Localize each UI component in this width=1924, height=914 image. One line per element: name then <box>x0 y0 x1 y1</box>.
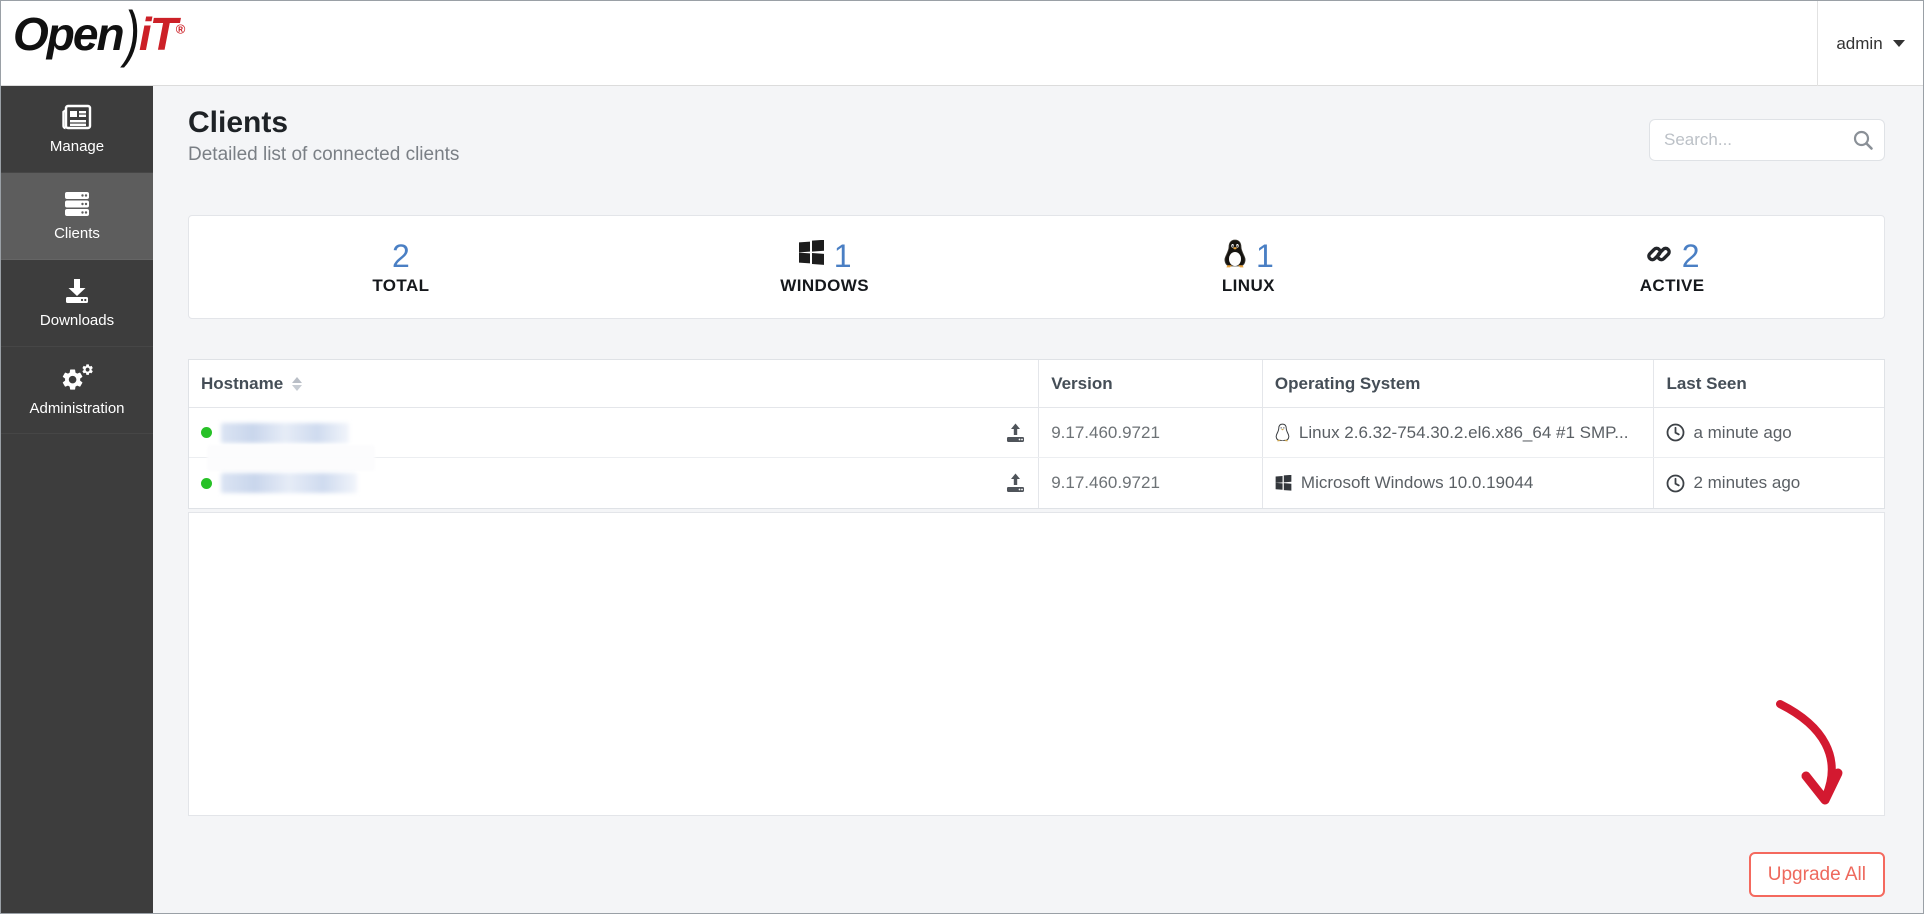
client-os: Linux 2.6.32-754.30.2.el6.x86_64 #1 SMP.… <box>1299 423 1629 443</box>
column-os: Operating System <box>1275 374 1421 394</box>
page-header: Clients Detailed list of connected clien… <box>188 106 459 166</box>
redacted-hostname <box>221 473 357 493</box>
stat-label: WINDOWS <box>780 276 869 296</box>
sort-desc-icon <box>292 385 302 391</box>
top-bar: Open)iT® admin <box>1 1 1923 86</box>
windows-icon <box>1275 475 1292 492</box>
redaction-smudge <box>207 445 375 471</box>
search-input[interactable] <box>1664 120 1844 160</box>
page-subtitle: Detailed list of connected clients <box>188 144 459 166</box>
clients-table: Hostname Version Operating System Last S… <box>188 359 1885 509</box>
chevron-down-icon <box>1893 40 1905 47</box>
sidebar-item-manage[interactable]: Manage <box>1 86 153 173</box>
client-version: 9.17.460.9721 <box>1051 423 1160 443</box>
table-header-row: Hostname Version Operating System Last S… <box>189 360 1884 408</box>
last-seen-value: 2 minutes ago <box>1693 473 1800 493</box>
table-row: 9.17.460.9721 Linux 2.6.32-754.30.2.el6.… <box>189 408 1884 458</box>
download-icon <box>62 277 92 305</box>
windows-count: 1 <box>834 240 852 272</box>
sidebar-item-downloads[interactable]: Downloads <box>1 260 153 347</box>
linux-icon <box>1275 423 1290 442</box>
sidebar-item-label: Downloads <box>40 312 114 329</box>
total-count: 2 <box>392 240 410 272</box>
stat-active: 2 ACTIVE <box>1460 238 1884 296</box>
stat-total: 2 TOTAL <box>189 238 613 296</box>
column-last-seen: Last Seen <box>1666 374 1746 394</box>
sidebar: Manage Clients Downloads Administration <box>1 86 153 913</box>
sidebar-item-clients[interactable]: Clients <box>1 173 153 260</box>
linux-count: 1 <box>1256 240 1274 272</box>
clock-icon <box>1666 474 1685 493</box>
main-content: Clients Detailed list of connected clien… <box>153 86 1923 913</box>
upgrade-client-icon[interactable] <box>1005 422 1026 443</box>
column-version: Version <box>1051 374 1112 394</box>
logo-paren: ) <box>125 0 138 69</box>
stat-linux: 1 LINUX <box>1037 238 1461 296</box>
app-window: Open)iT® admin Manage Clients Downloads <box>0 0 1924 914</box>
stats-card: 2 TOTAL 1 WINDOWS 1 <box>188 215 1885 319</box>
upgrade-all-button[interactable]: Upgrade All <box>1749 852 1885 897</box>
stat-label: ACTIVE <box>1640 276 1705 296</box>
logo-open-text: Open <box>13 8 123 60</box>
stat-label: LINUX <box>1222 276 1275 296</box>
sidebar-item-label: Administration <box>29 400 124 417</box>
table-row: 9.17.460.9721 Microsoft Windows 10.0.190… <box>189 458 1884 508</box>
empty-content-panel <box>188 512 1885 816</box>
upgrade-client-icon[interactable] <box>1005 473 1026 494</box>
link-icon <box>1645 240 1673 273</box>
search-icon[interactable] <box>1852 129 1874 156</box>
windows-icon <box>798 240 825 272</box>
stat-label: TOTAL <box>372 276 429 296</box>
client-os: Microsoft Windows 10.0.19044 <box>1301 473 1533 493</box>
sidebar-item-administration[interactable]: Administration <box>1 347 153 434</box>
servers-icon <box>61 190 93 218</box>
stat-windows: 1 WINDOWS <box>613 238 1037 296</box>
sidebar-item-label: Clients <box>54 225 100 242</box>
online-status-dot <box>201 427 212 438</box>
online-status-dot <box>201 478 212 489</box>
registered-mark: ® <box>176 22 186 37</box>
gears-icon <box>59 363 95 393</box>
linux-icon <box>1223 239 1247 273</box>
user-name: admin <box>1836 34 1882 54</box>
column-hostname: Hostname <box>201 374 283 394</box>
redacted-hostname <box>221 423 349 443</box>
user-menu[interactable]: admin <box>1817 1 1923 86</box>
sort-toggle[interactable] <box>292 377 302 391</box>
last-seen-value: a minute ago <box>1693 423 1791 443</box>
client-version: 9.17.460.9721 <box>1051 473 1160 493</box>
active-count: 2 <box>1682 240 1700 272</box>
newspaper-icon <box>61 103 93 131</box>
logo-it-text: iT <box>139 8 176 60</box>
clock-icon <box>1666 423 1685 442</box>
sidebar-item-label: Manage <box>50 138 104 155</box>
page-title: Clients <box>188 106 459 140</box>
openit-logo: Open)iT® <box>13 7 185 61</box>
sort-asc-icon <box>292 377 302 383</box>
search-box <box>1649 119 1885 161</box>
